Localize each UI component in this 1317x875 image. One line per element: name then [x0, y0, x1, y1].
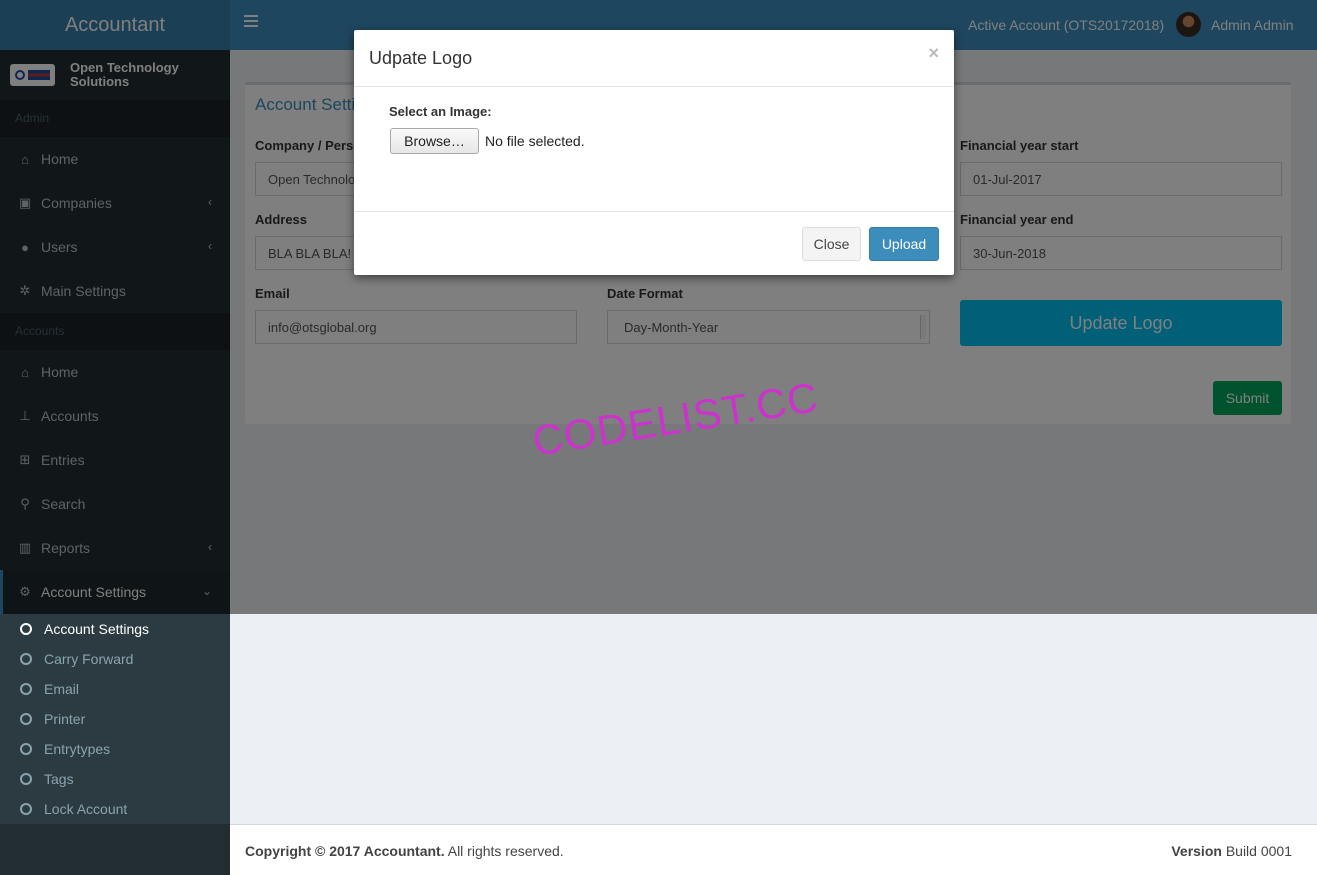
footer: Copyright © 2017 Accountant. All rights … — [230, 824, 1317, 875]
circle-icon — [20, 773, 32, 785]
modal-title: Udpate Logo — [369, 48, 473, 68]
submenu-item-lock-account[interactable]: Lock Account — [0, 794, 230, 824]
submenu-label: Account Settings — [44, 621, 150, 637]
submenu-item-email[interactable]: Email — [0, 674, 230, 704]
version-rest: Build 0001 — [1221, 843, 1292, 859]
modal-header: Udpate Logo × — [354, 30, 954, 87]
submenu-label: Lock Account — [44, 801, 128, 817]
account-settings-submenu: Account Settings Carry Forward Email Pri… — [0, 614, 230, 824]
update-logo-modal: Udpate Logo × Select an Image: Browse… N… — [354, 30, 954, 275]
modal-footer: Close Upload — [354, 211, 954, 275]
circle-icon — [20, 683, 32, 695]
submenu-item-entrytypes[interactable]: Entrytypes — [0, 734, 230, 764]
content-background — [230, 614, 1307, 824]
select-image-label: Select an Image: — [389, 104, 492, 119]
footer-version: Version Build 0001 — [1171, 843, 1292, 859]
submenu-label: Printer — [44, 711, 86, 727]
submenu-item-account-settings[interactable]: Account Settings — [0, 614, 230, 644]
close-button[interactable]: Close — [802, 227, 861, 261]
submenu-label: Carry Forward — [44, 651, 134, 667]
submenu-label: Tags — [44, 771, 74, 787]
submenu-label: Entrytypes — [44, 741, 111, 757]
close-icon[interactable]: × — [928, 43, 939, 64]
circle-icon — [20, 653, 32, 665]
submenu-label: Email — [44, 681, 80, 697]
file-status: No file selected. — [485, 133, 585, 149]
submenu-item-carry-forward[interactable]: Carry Forward — [0, 644, 230, 674]
circle-icon — [20, 623, 32, 635]
circle-icon — [20, 803, 32, 815]
circle-icon — [20, 713, 32, 725]
upload-button[interactable]: Upload — [869, 227, 939, 261]
version-bold: Version — [1171, 843, 1222, 859]
submenu-item-printer[interactable]: Printer — [0, 704, 230, 734]
browse-button[interactable]: Browse… — [390, 128, 479, 154]
submenu-item-tags[interactable]: Tags — [0, 764, 230, 794]
footer-copyright: Copyright © 2017 Accountant. All rights … — [245, 843, 564, 859]
circle-icon — [20, 743, 32, 755]
copyright-rest: All rights reserved. — [444, 843, 564, 859]
modal-body: Select an Image: Browse… No file selecte… — [354, 87, 954, 211]
copyright-bold: Copyright © 2017 Accountant. — [245, 843, 445, 859]
